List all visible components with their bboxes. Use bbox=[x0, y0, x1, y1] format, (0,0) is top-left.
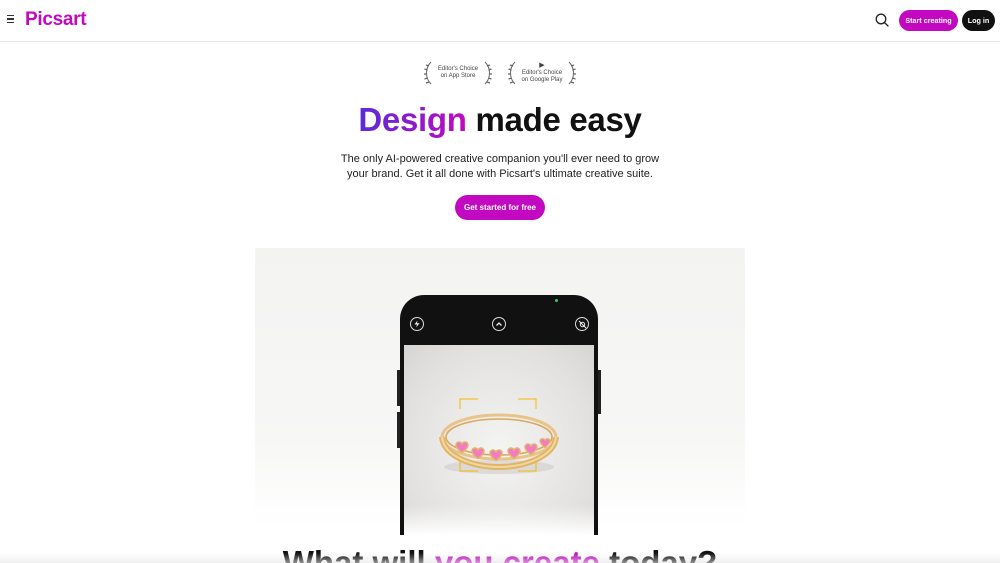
hero-title-rest: made easy bbox=[466, 101, 642, 138]
bottom-shadow bbox=[0, 553, 1000, 563]
laurel-right-icon bbox=[568, 61, 576, 85]
phone-mockup bbox=[400, 295, 598, 535]
award-line-1: Editor's Choice bbox=[521, 70, 563, 76]
award-line-2: on App Store bbox=[440, 73, 476, 79]
login-button[interactable]: Log in bbox=[962, 10, 995, 31]
hamburger-menu-icon[interactable] bbox=[7, 15, 14, 24]
hero-subtitle: The only AI-powered creative companion y… bbox=[340, 153, 660, 180]
get-started-button[interactable]: Get started for free bbox=[455, 195, 545, 220]
camera-viewfinder bbox=[404, 345, 594, 535]
award-line-2: on Google Play bbox=[521, 77, 563, 83]
laurel-left-icon bbox=[424, 61, 432, 85]
start-creating-button[interactable]: Start creating bbox=[899, 10, 958, 31]
hero-title-accent: Design bbox=[358, 101, 467, 138]
flash-icon[interactable] bbox=[410, 317, 424, 331]
phone-side-button bbox=[598, 370, 601, 414]
hero-title: Design made easy bbox=[0, 101, 1000, 139]
camera-off-icon[interactable] bbox=[575, 317, 589, 331]
laurel-right-icon bbox=[484, 61, 492, 85]
laurel-left-icon bbox=[508, 61, 516, 85]
google-play-icon: ▶ bbox=[539, 62, 545, 69]
app-store-award-badge: Editor's Choice on App Store bbox=[423, 59, 493, 87]
chevron-up-icon[interactable] bbox=[492, 317, 506, 331]
google-play-award-badge: ▶ Editor's Choice on Google Play bbox=[507, 59, 577, 87]
top-nav: Picsart Start creating Log in bbox=[0, 0, 1000, 42]
search-icon[interactable] bbox=[874, 12, 890, 28]
award-line-1: Editor's Choice bbox=[437, 66, 479, 72]
picsart-logo[interactable]: Picsart bbox=[25, 9, 87, 31]
camera-indicator-dot bbox=[555, 299, 558, 302]
